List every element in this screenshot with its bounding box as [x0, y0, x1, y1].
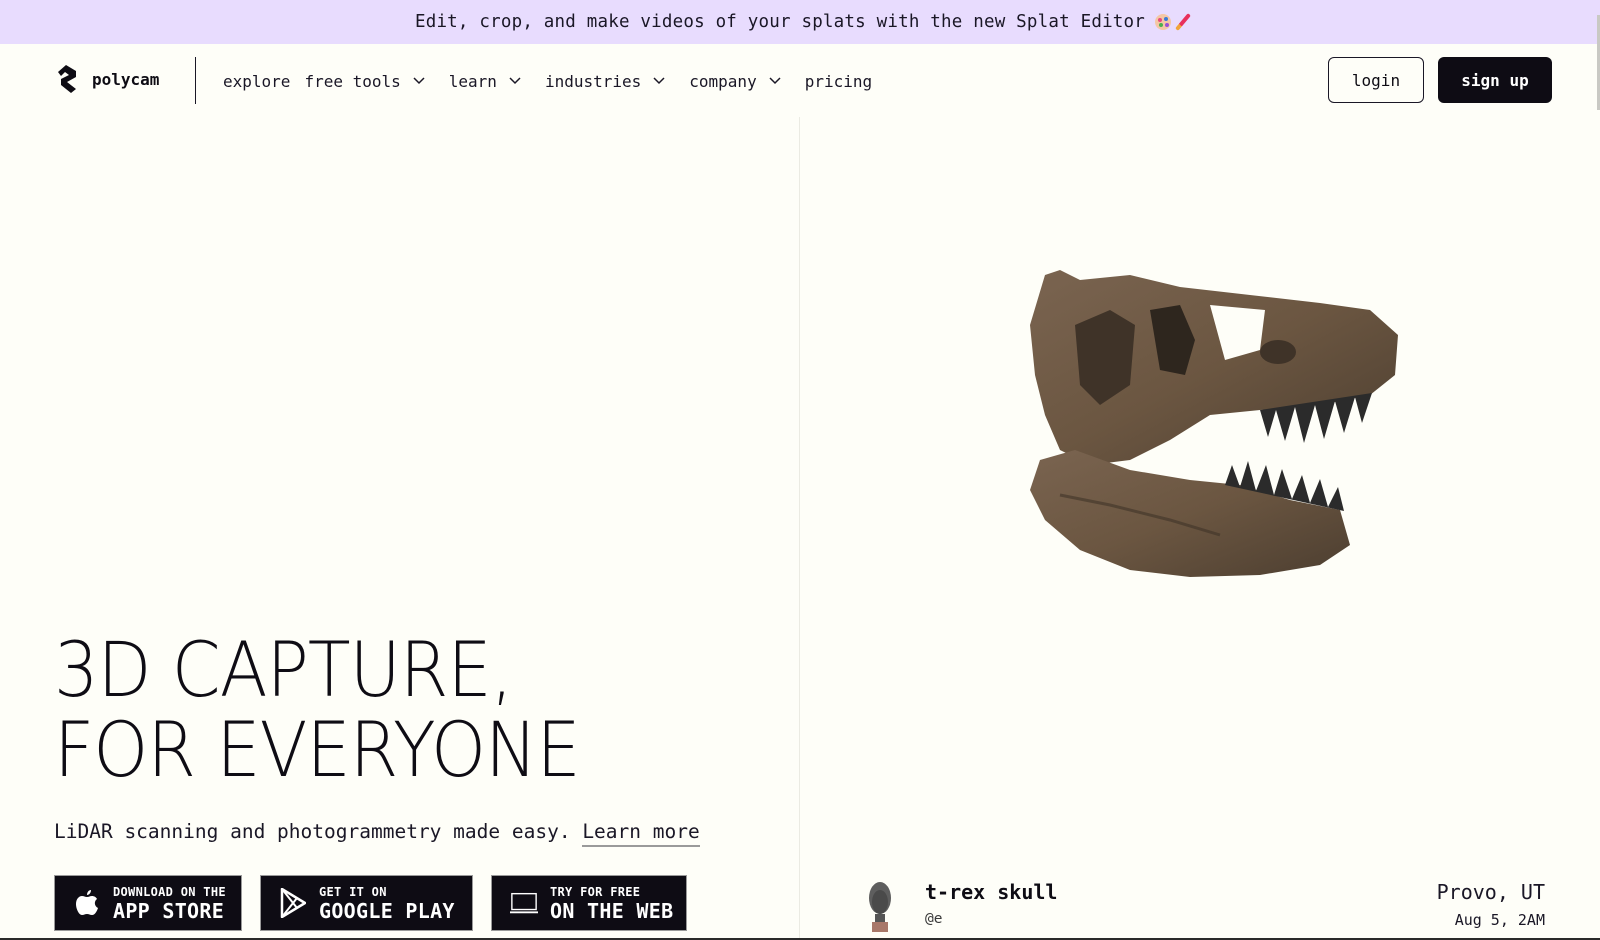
capture-date: Aug 5, 2AM	[1454, 911, 1545, 929]
laptop-icon	[510, 887, 538, 919]
google-play-icon	[279, 887, 307, 919]
paintbrush-icon	[1175, 13, 1191, 31]
nav-item-label: pricing	[804, 71, 873, 91]
hero-subtitle: LiDAR scanning and photogrammetry made e…	[54, 820, 700, 847]
nav-item-label: explore	[223, 71, 291, 91]
t-rex-skull-model	[1030, 270, 1398, 577]
chevron-down-icon	[769, 77, 781, 85]
nav-item-company[interactable]: company	[689, 71, 781, 91]
capture-title[interactable]: t-rex skull	[925, 880, 1057, 904]
polycam-logo-icon	[58, 65, 76, 93]
nav-item-pricing[interactable]: pricing	[805, 72, 872, 91]
brand-name: polycam	[92, 69, 160, 89]
banner-text: Edit, crop, and make videos of your spla…	[414, 12, 1146, 32]
nav-item-industries[interactable]: industries	[545, 72, 665, 91]
nav-item-learn[interactable]: learn	[449, 72, 521, 91]
hero-title-line-2: FOR EVERYONE	[54, 705, 581, 794]
polycam-logo[interactable]: polycam	[56, 64, 159, 94]
signup-button[interactable]: sign up	[1438, 57, 1552, 103]
web-label: ON THE WEB	[550, 898, 674, 923]
web-app-button[interactable]: TRY FOR FREE ON THE WEB	[491, 875, 687, 931]
nav-item-label: industries	[544, 71, 642, 91]
nav-item-label: learn	[448, 71, 497, 91]
google-play-small-label: GET IT ON	[319, 884, 387, 899]
google-play-label: GOOGLE PLAY	[319, 898, 455, 923]
section-divider	[799, 117, 800, 940]
3d-model-viewer[interactable]	[1020, 265, 1425, 583]
chevron-down-icon	[653, 77, 665, 85]
web-small-label: TRY FOR FREE	[550, 884, 641, 899]
nav-item-label: company	[689, 71, 757, 91]
capture-location: Provo, UT	[1436, 880, 1545, 904]
artist-palette-icon	[1155, 14, 1172, 30]
apple-icon	[73, 887, 101, 919]
nav-divider	[195, 57, 196, 104]
hero-subtitle-text: LiDAR scanning and photogrammetry made e…	[54, 820, 571, 843]
hero-title-line-1: 3D CAPTURE,	[54, 625, 513, 714]
login-button[interactable]: login	[1328, 57, 1424, 103]
learn-more-link[interactable]: Learn more	[582, 820, 700, 847]
app-store-button[interactable]: DOWNLOAD ON THE APP STORE	[54, 875, 242, 931]
announcement-banner[interactable]: Edit, crop, and make videos of your spla…	[0, 0, 1600, 44]
chevron-down-icon	[413, 77, 425, 85]
google-play-button[interactable]: GET IT ON GOOGLE PLAY	[260, 875, 473, 931]
nav-item-label: free tools	[304, 71, 401, 91]
featured-capture-info[interactable]: t-rex skull @e Provo, UT Aug 5, 2AM	[860, 875, 1545, 935]
app-store-small-label: DOWNLOAD ON THE	[113, 884, 226, 899]
hero-title: 3D CAPTURE, FOR EVERYONE	[54, 625, 581, 794]
chevron-down-icon	[509, 77, 521, 85]
capture-thumbnail[interactable]	[866, 880, 894, 932]
nav-item-explore[interactable]: explore	[223, 72, 290, 91]
nav-item-free-tools[interactable]: free tools	[304, 71, 425, 91]
capture-author[interactable]: @e	[925, 911, 942, 927]
main-menu: explore free tools learn industries comp…	[223, 44, 896, 118]
app-store-label: APP STORE	[113, 898, 225, 923]
top-nav: polycam explore free tools learn industr…	[0, 44, 1600, 118]
